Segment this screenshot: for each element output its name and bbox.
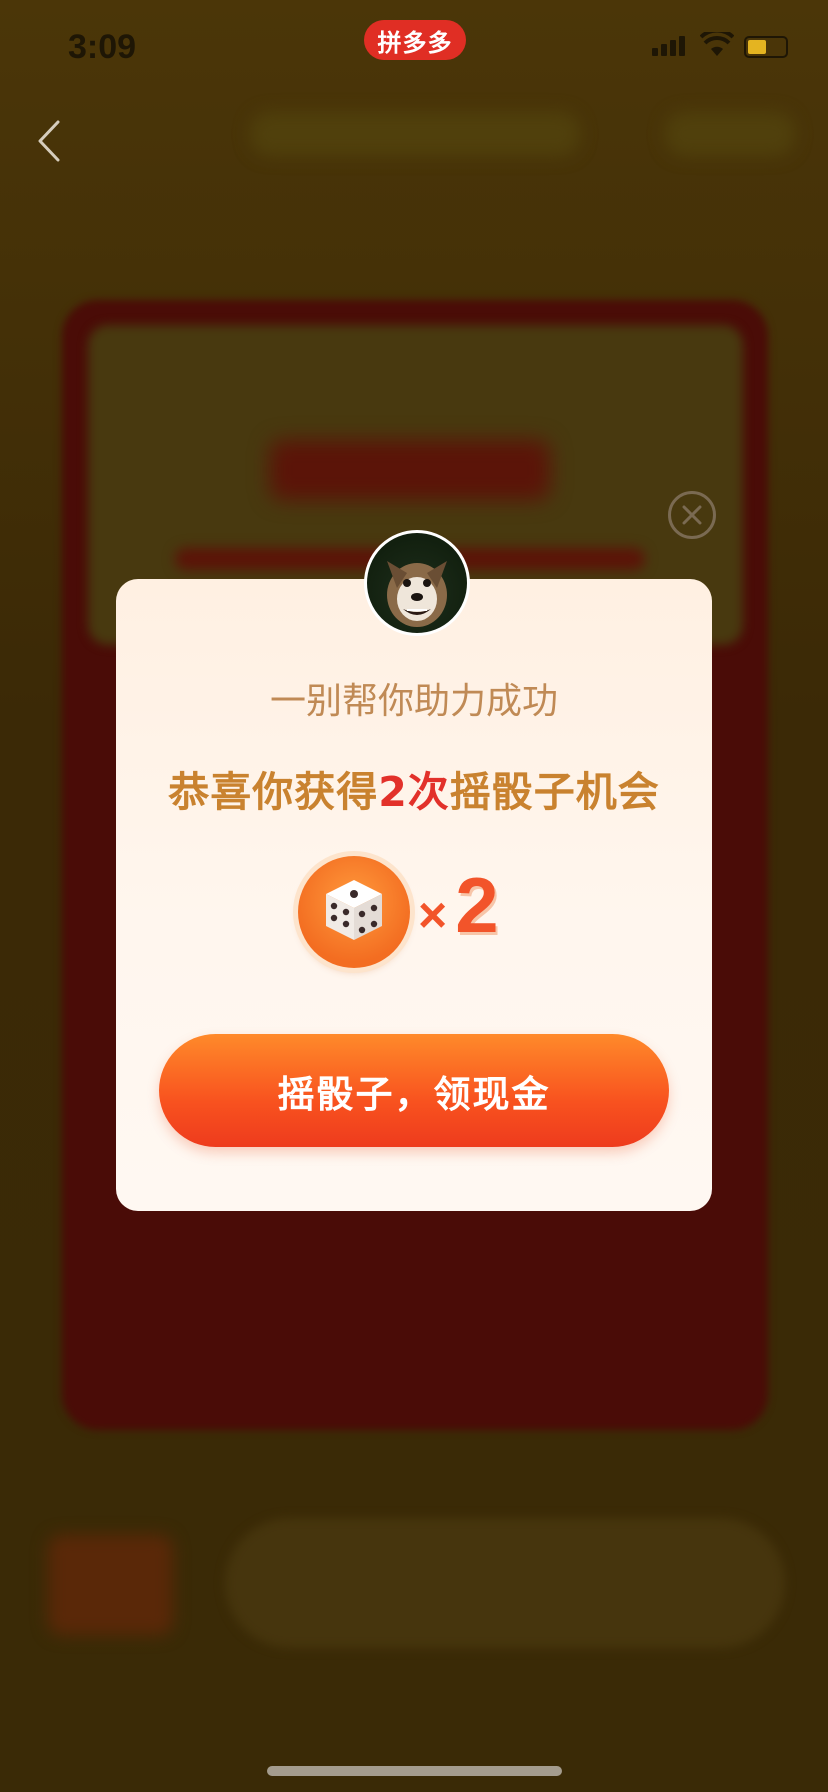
close-button[interactable]	[668, 491, 716, 539]
close-icon	[682, 505, 702, 525]
blurred-side-icon	[48, 1535, 173, 1635]
wifi-icon	[700, 32, 734, 56]
multiplier-symbol: ×	[418, 887, 448, 943]
multiplier-count: 2	[455, 861, 499, 949]
reward-headline: 恭喜你获得2次摇骰子机会	[116, 758, 712, 818]
dog-avatar	[364, 530, 470, 636]
blurred-amount-text	[270, 440, 550, 500]
status-time: 3:09	[68, 28, 137, 66]
status-icons	[652, 30, 792, 60]
dice-multiplier: × 2	[418, 860, 499, 951]
battery-icon	[744, 36, 788, 58]
back-chevron-icon[interactable]	[34, 118, 64, 164]
home-indicator[interactable]	[267, 1766, 562, 1776]
headline-prefix: 恭喜你获得	[168, 768, 379, 816]
headline-suffix: 摇骰子机会	[449, 768, 660, 816]
roll-dice-button[interactable]: 摇骰子，领现金	[159, 1034, 669, 1147]
blurred-page-title	[250, 112, 580, 156]
blurred-header-action	[665, 112, 795, 156]
dice-icon	[326, 880, 382, 940]
blurred-bottom-button	[225, 1518, 785, 1648]
help-success-text: 一别帮你助力成功	[269, 681, 558, 722]
headline-count: 2次	[378, 768, 450, 816]
app-badge[interactable]: 拼多多	[364, 20, 466, 60]
